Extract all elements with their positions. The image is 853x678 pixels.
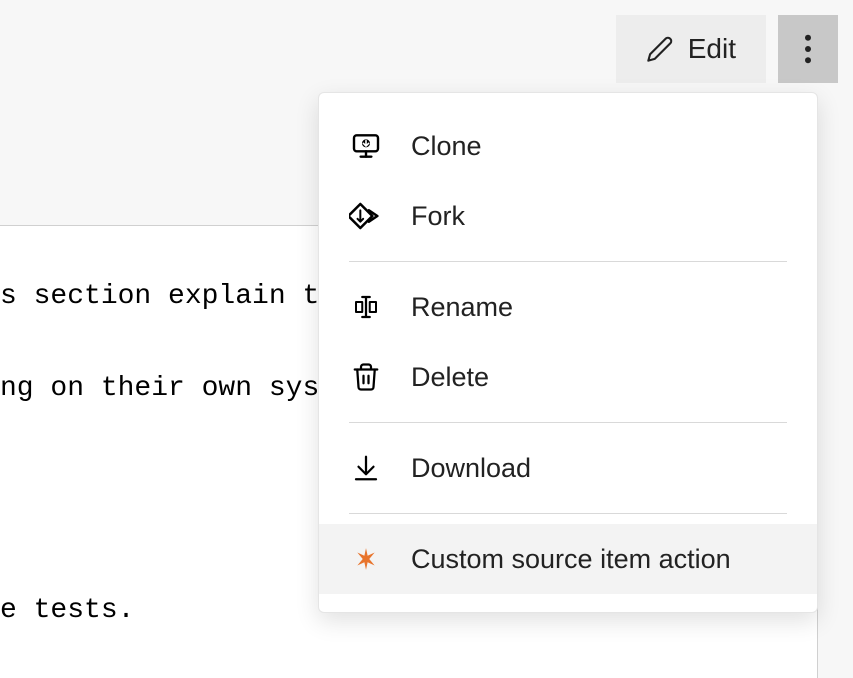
edit-button[interactable]: Edit: [616, 15, 766, 83]
menu-item-label: Clone: [411, 131, 482, 162]
menu-item-fork[interactable]: Fork: [319, 181, 817, 251]
edit-button-label: Edit: [688, 33, 736, 65]
download-icon: [349, 451, 383, 485]
kebab-icon: [804, 34, 812, 64]
menu-item-label: Fork: [411, 201, 465, 232]
menu-item-label: Custom source item action: [411, 544, 731, 575]
rename-icon: [349, 290, 383, 324]
more-actions-button[interactable]: [778, 15, 838, 83]
clone-icon: [349, 129, 383, 163]
menu-item-label: Rename: [411, 292, 513, 323]
pencil-icon: [646, 35, 674, 63]
menu-separator: [349, 422, 787, 423]
menu-item-download[interactable]: Download: [319, 433, 817, 503]
asterisk-icon: [349, 542, 383, 576]
menu-item-label: Delete: [411, 362, 489, 393]
menu-separator: [349, 513, 787, 514]
menu-item-label: Download: [411, 453, 531, 484]
menu-item-custom-action[interactable]: Custom source item action: [319, 524, 817, 594]
fork-icon: [349, 199, 383, 233]
menu-item-rename[interactable]: Rename: [319, 272, 817, 342]
actions-dropdown: Clone Fork Rename: [318, 92, 818, 613]
menu-item-delete[interactable]: Delete: [319, 342, 817, 412]
trash-icon: [349, 360, 383, 394]
menu-separator: [349, 261, 787, 262]
menu-item-clone[interactable]: Clone: [319, 111, 817, 181]
toolbar: Edit: [616, 15, 838, 83]
